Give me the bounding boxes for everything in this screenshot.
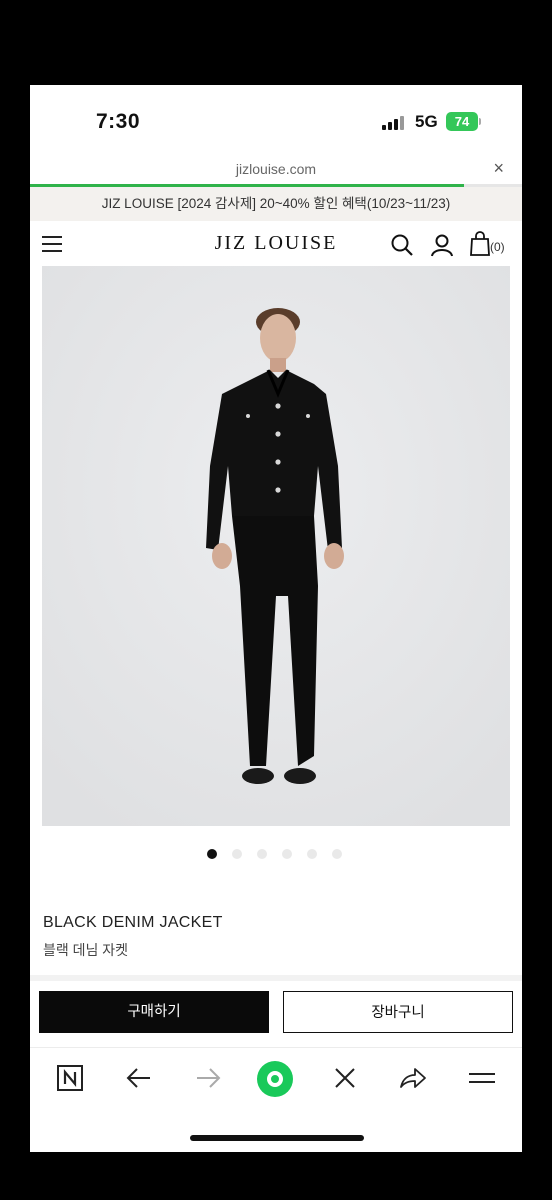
battery-icon: 74 bbox=[446, 112, 478, 131]
status-time: 7:30 bbox=[96, 110, 141, 133]
battery-level: 74 bbox=[454, 114, 470, 129]
naver-green-circle-icon[interactable] bbox=[256, 1060, 294, 1098]
url-bar[interactable]: jizlouise.com × bbox=[30, 155, 522, 185]
product-name: BLACK DENIM JACKET bbox=[43, 914, 223, 931]
phone-screen: 7:30 5G 74 jizlouise.com × JIZ LOUISE [2… bbox=[30, 85, 522, 1152]
carousel-dot[interactable] bbox=[332, 849, 342, 859]
carousel-dot[interactable] bbox=[307, 849, 317, 859]
carousel-dot[interactable] bbox=[257, 849, 267, 859]
carousel-dot[interactable] bbox=[232, 849, 242, 859]
buy-button[interactable]: 구매하기 bbox=[39, 991, 269, 1033]
product-name-korean: 블랙 데님 자켓 bbox=[43, 942, 129, 958]
back-arrow-icon[interactable] bbox=[124, 1063, 154, 1093]
cart-count[interactable]: (0) bbox=[490, 240, 505, 254]
status-bar: 7:30 5G 74 bbox=[30, 85, 522, 155]
add-to-cart-button[interactable]: 장바구니 bbox=[283, 991, 513, 1033]
toolbar-divider bbox=[30, 1047, 522, 1048]
forward-arrow-icon[interactable] bbox=[193, 1063, 223, 1093]
naver-n-icon[interactable] bbox=[55, 1063, 85, 1093]
url-text[interactable]: jizlouise.com bbox=[30, 161, 522, 177]
share-icon[interactable] bbox=[398, 1063, 428, 1093]
carousel-dot[interactable] bbox=[282, 849, 292, 859]
battery-tip bbox=[479, 118, 481, 125]
carousel-dot[interactable] bbox=[207, 849, 217, 859]
home-indicator[interactable] bbox=[190, 1135, 364, 1141]
model-photo bbox=[42, 266, 510, 826]
user-icon[interactable] bbox=[430, 233, 454, 257]
product-image[interactable] bbox=[42, 266, 510, 826]
cart-icon[interactable] bbox=[470, 231, 490, 257]
close-x-icon[interactable] bbox=[330, 1063, 360, 1093]
network-label: 5G bbox=[415, 112, 438, 131]
menu-lines-icon[interactable] bbox=[467, 1063, 497, 1093]
promo-banner[interactable]: JIZ LOUISE [2024 감사제] 20~40% 할인 혜택(10/23… bbox=[30, 187, 522, 221]
signal-icon bbox=[382, 116, 406, 130]
close-icon[interactable]: × bbox=[493, 158, 504, 179]
section-divider bbox=[30, 975, 522, 981]
site-header: JIZ LOUISE (0) bbox=[30, 221, 522, 267]
carousel-dots bbox=[207, 846, 357, 859]
search-icon[interactable] bbox=[390, 233, 414, 257]
